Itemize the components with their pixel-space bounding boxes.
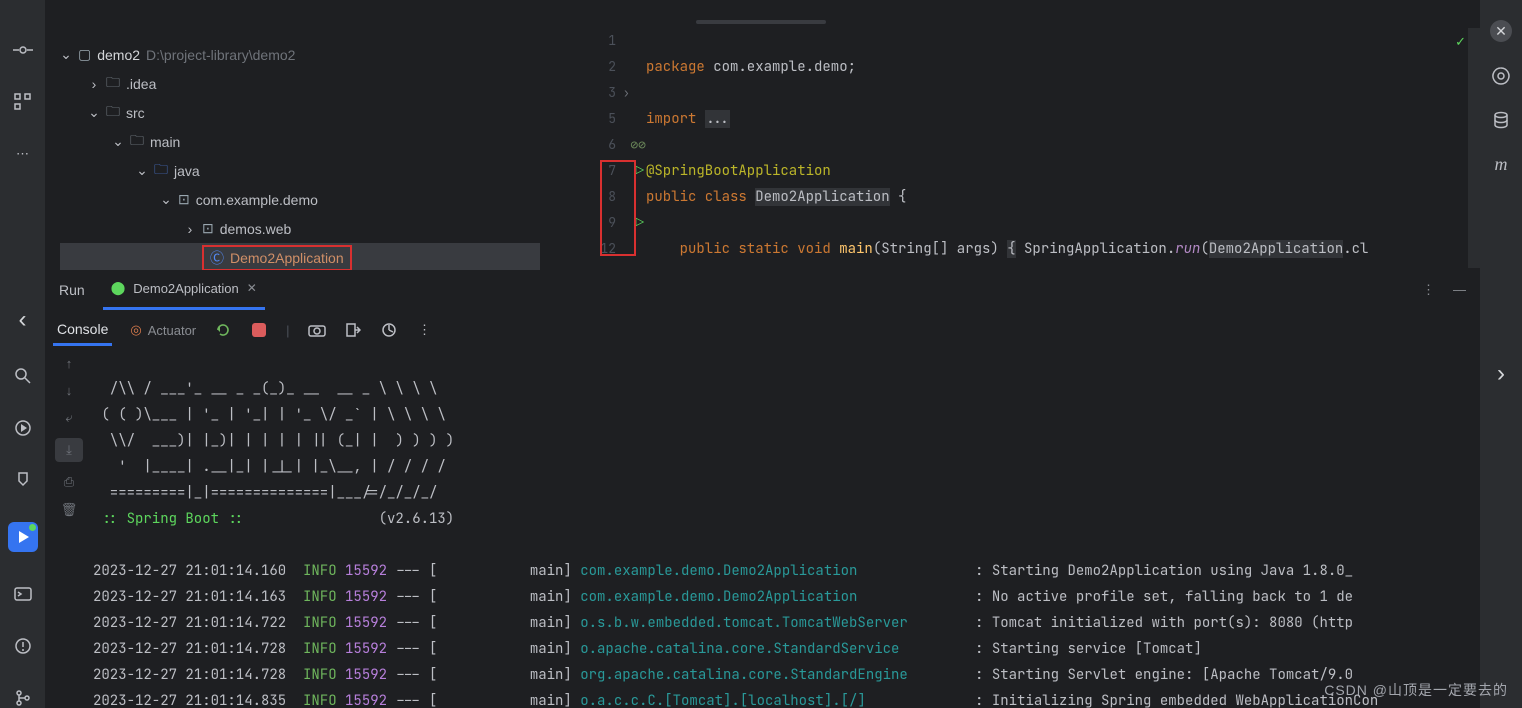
rerun-icon[interactable] <box>214 321 232 339</box>
close-tab-icon[interactable]: ✕ <box>247 281 257 295</box>
folder-label: .idea <box>126 76 156 92</box>
run-toolbar: Console ◎ Actuator | ⋮ <box>45 310 1480 350</box>
ai-icon[interactable] <box>1491 66 1511 86</box>
run-panel-header: Run ⬤ Demo2Application ✕ ⋮ — <box>45 270 1480 310</box>
run-tab-label: Demo2Application <box>133 281 239 296</box>
maven-icon[interactable]: m <box>1491 154 1511 174</box>
line-number: 6⊘⊘ <box>555 132 616 158</box>
folder-label: java <box>174 163 200 179</box>
editor-body[interactable]: package com.example.demo; import ... @Sp… <box>630 28 1480 268</box>
scroll-to-end-icon[interactable]: ⤓ <box>55 438 83 462</box>
close-icon[interactable]: ✕ <box>1490 20 1512 42</box>
folder-icon: 🗀 <box>130 130 144 154</box>
package-icon: ⊡ <box>178 191 190 208</box>
line-number: 5 <box>555 106 616 132</box>
minimize-icon[interactable]: — <box>1453 282 1466 298</box>
tree-subpackage[interactable]: ›⊡ demos.web <box>60 214 540 243</box>
search-icon[interactable] <box>13 366 33 386</box>
actuator-tab[interactable]: ◎ Actuator <box>130 322 196 338</box>
structure-icon[interactable] <box>13 92 33 112</box>
run-config-tab[interactable]: ⬤ Demo2Application ✕ <box>103 270 265 310</box>
tree-src-folder[interactable]: ⌄🗀 src <box>60 98 540 127</box>
soft-wrap-icon[interactable]: ⤶ <box>65 410 72 426</box>
tree-java-folder[interactable]: ⌄🗀 java <box>60 156 540 185</box>
package-icon: ⊡ <box>202 220 214 237</box>
camera-icon[interactable] <box>308 321 326 339</box>
tree-class-file[interactable]: Ⓒ Demo2Application <box>60 243 540 272</box>
run-gutter-icon[interactable]: ▷ <box>636 158 644 184</box>
banner-line: /\\ / ___'_ __ _ _(_)_ __ __ _ \ \ \ \ <box>93 380 437 398</box>
folder-label: main <box>150 134 180 150</box>
project-name: demo2 <box>97 47 140 63</box>
folder-label: src <box>126 105 145 121</box>
run-icons-highlight <box>600 160 636 256</box>
stop-icon[interactable] <box>250 321 268 339</box>
package-label: com.example.demo <box>196 192 318 208</box>
project-path: D:\project-library\demo2 <box>146 47 295 63</box>
folder-icon: ▢ <box>78 46 91 63</box>
more-icon[interactable]: ⋮ <box>1422 282 1435 298</box>
tree-idea-folder[interactable]: ›🗀 .idea <box>60 69 540 98</box>
back-arrow-icon[interactable]: ‹ <box>19 306 27 334</box>
left-toolbar: ⋯ ‹ <box>0 0 45 708</box>
project-tree: ⌄ ▢ demo2 D:\project-library\demo2 ›🗀 .i… <box>60 40 540 270</box>
inspection-icon: ⊘⊘ <box>630 132 646 158</box>
database-icon[interactable] <box>1491 110 1511 130</box>
package-label: demos.web <box>220 221 292 237</box>
running-dot-icon: ⬤ <box>111 280 126 296</box>
banner-line: \\/ ___)| |_)| | | | | || (_| | ) ) ) ) <box>93 432 454 450</box>
folder-icon: 🗀 <box>106 72 120 96</box>
run-panel: Run ⬤ Demo2Application ✕ ⋮ — Console ◎ A… <box>45 270 1480 708</box>
scroll-up-icon[interactable]: ↑ <box>66 356 73 371</box>
folder-icon: 🗀 <box>106 101 120 125</box>
console-tab[interactable]: Console <box>53 315 112 346</box>
scroll-down-icon[interactable]: ↓ <box>66 383 73 398</box>
tree-package[interactable]: ⌄⊡ com.example.demo <box>60 185 540 214</box>
code-editor[interactable]: 1 2 3› 5 6⊘⊘ 7▷ 8 9▷ 12 package com.exam… <box>555 28 1480 268</box>
watermark: CSDN @山顶是一定要去的 <box>1324 680 1508 700</box>
problems-icon[interactable] <box>13 636 33 656</box>
terminal-icon[interactable] <box>13 584 33 604</box>
profiler-icon[interactable] <box>380 321 398 339</box>
more-icon[interactable]: ⋯ <box>13 144 33 164</box>
clear-icon[interactable]: 🗑 <box>61 502 78 518</box>
tree-main-folder[interactable]: ⌄🗀 main <box>60 127 540 156</box>
console-output[interactable]: /\\ / ___'_ __ _ _(_)_ __ __ _ \ \ \ \ (… <box>93 350 1480 708</box>
spring-boot-version: (v2.6.13) <box>379 510 455 528</box>
commit-icon[interactable] <box>13 40 33 60</box>
source-folder-icon: 🗀 <box>154 159 168 183</box>
class-icon: Ⓒ <box>210 248 224 268</box>
run-panel-title: Run <box>59 282 85 298</box>
run-tool-icon[interactable] <box>13 418 33 438</box>
class-label: Demo2Application <box>230 250 344 266</box>
banner-line: =========|_|==============|___/=/_/_/_/ <box>93 484 437 502</box>
vcs-icon[interactable] <box>13 688 33 708</box>
spring-boot-label: :: Spring Boot :: <box>93 510 253 528</box>
build-icon[interactable] <box>13 470 33 490</box>
inspection-ok-icon[interactable]: ✓ <box>1455 34 1466 50</box>
line-number: 3› <box>555 80 616 106</box>
print-icon[interactable]: ⎙ <box>64 474 74 490</box>
editor-scrollbar[interactable] <box>1468 28 1480 268</box>
right-toolbar: ✕ m › <box>1480 0 1522 708</box>
fold-icon[interactable]: › <box>623 80 630 106</box>
exit-icon[interactable] <box>344 321 362 339</box>
run-gutter-icon[interactable]: ▷ <box>636 210 644 236</box>
run-panel-icon[interactable] <box>8 522 38 552</box>
forward-arrow-icon[interactable]: › <box>1497 360 1505 388</box>
banner-line: ' |____| .__|_| |_|_| |_\__, | / / / / <box>93 458 446 476</box>
line-number: 1 <box>555 28 616 54</box>
tree-project-root[interactable]: ⌄ ▢ demo2 D:\project-library\demo2 <box>60 40 540 69</box>
drag-handle[interactable] <box>696 20 826 24</box>
banner-line: ( ( )\___ | '_ | '_| | '_ \/ _` | \ \ \ … <box>93 406 446 424</box>
line-number: 2 <box>555 54 616 80</box>
console-gutter: ↑ ↓ ⤶ ⤓ ⎙ 🗑 <box>45 350 93 708</box>
more-icon[interactable]: ⋮ <box>416 321 434 339</box>
actuator-icon: ◎ <box>130 322 141 338</box>
